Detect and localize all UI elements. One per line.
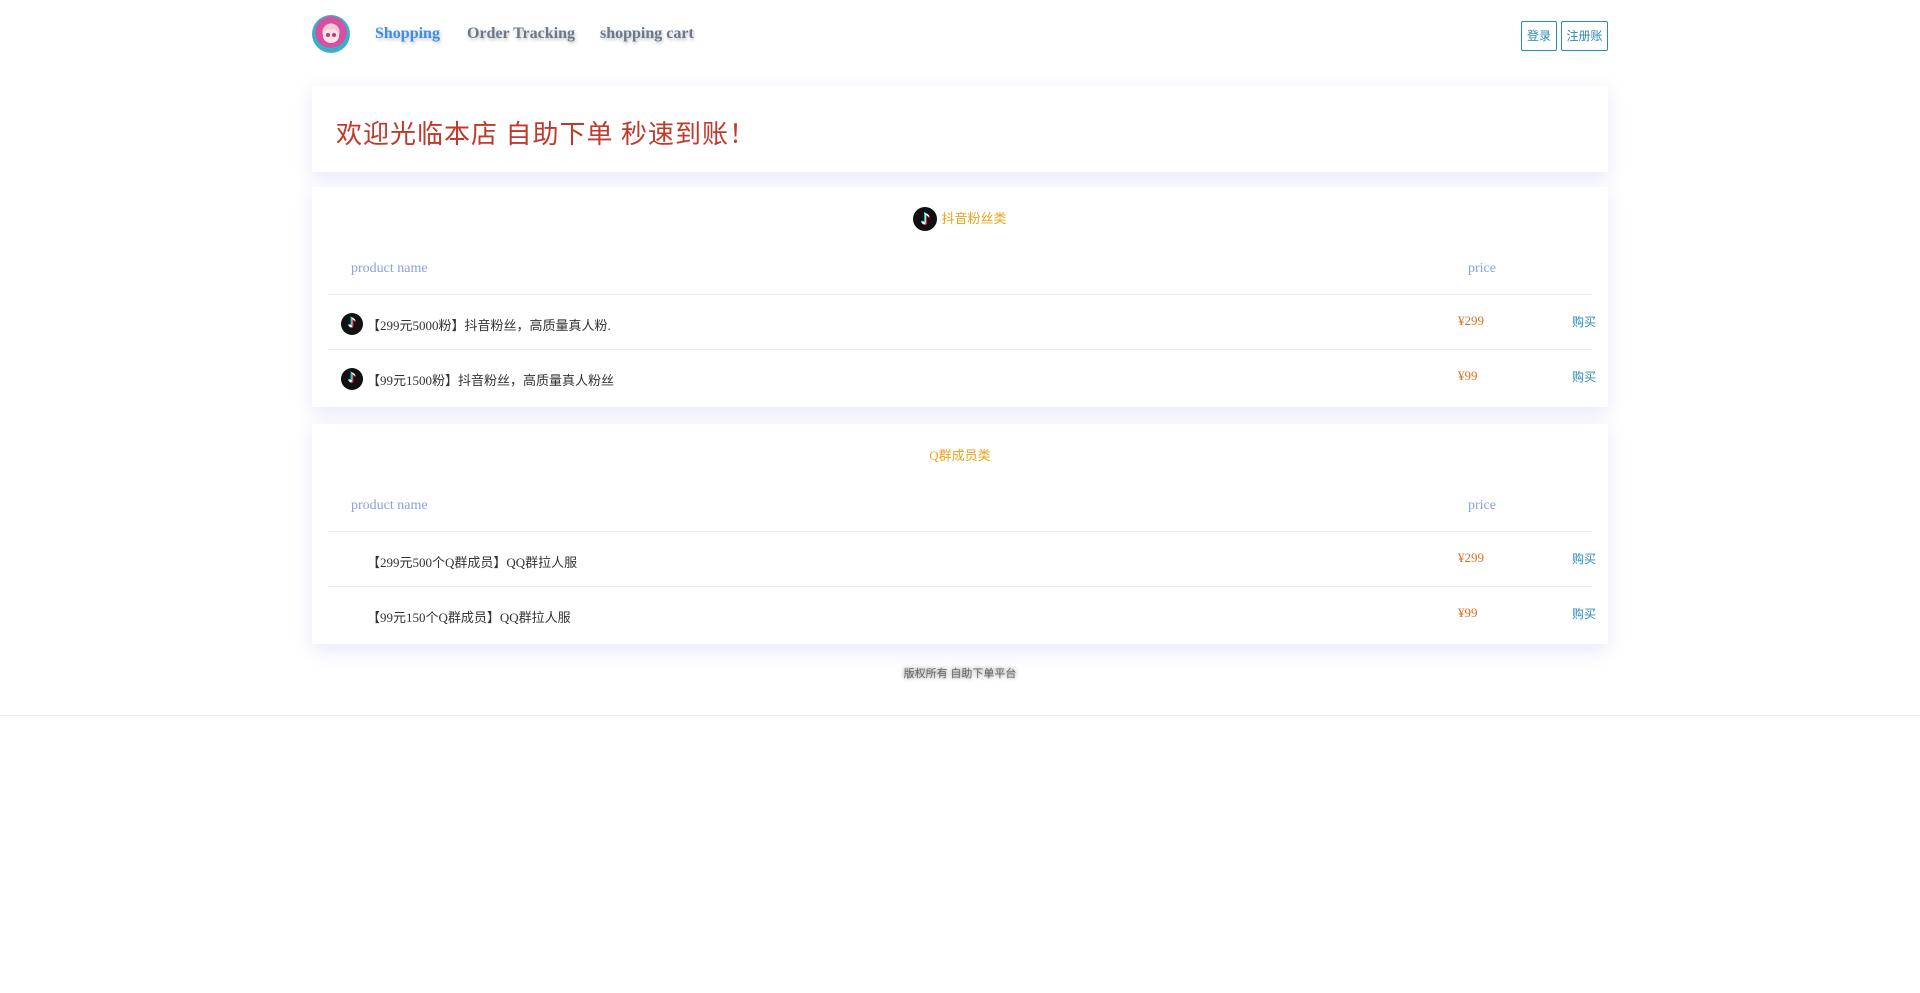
- product-price: ¥299: [1458, 313, 1484, 328]
- column-header-price: price: [1468, 261, 1496, 276]
- avatar-logo[interactable]: [312, 15, 350, 53]
- nav-shopping-cart[interactable]: shopping cart: [600, 24, 694, 44]
- product-name[interactable]: 【299元500个Q群成员】QQ群拉人服: [367, 552, 577, 571]
- product-name[interactable]: 【99元150个Q群成员】QQ群拉人服: [367, 607, 571, 626]
- tiktok-icon: [341, 368, 363, 390]
- register-button[interactable]: 注册账: [1561, 21, 1608, 51]
- product-name[interactable]: 【299元5000粉】抖音粉丝，高质量真人粉.: [367, 315, 611, 334]
- column-header-product-name: product name: [351, 261, 428, 276]
- nav-order-tracking[interactable]: Order Tracking: [467, 24, 575, 44]
- logo-eye-left: [326, 33, 330, 37]
- login-button[interactable]: 登录: [1521, 21, 1557, 51]
- tiktok-icon: [341, 313, 363, 335]
- product-price: ¥99: [1458, 368, 1478, 383]
- product-section-douyin: 抖音粉丝类 product name price 【299元5000粉】抖音粉丝…: [312, 187, 1608, 407]
- notice-text: 欢迎光临本店 自助下单 秒速到账！: [336, 120, 757, 149]
- buy-button[interactable]: 购买: [1572, 368, 1596, 385]
- product-price: ¥99: [1458, 605, 1478, 620]
- table-row[interactable]: 【299元5000粉】抖音粉丝，高质量真人粉. ¥299 购买: [328, 294, 1596, 349]
- footer-divider: [0, 715, 1920, 716]
- section-title-text: 抖音粉丝类: [941, 211, 1007, 227]
- table-row[interactable]: 【99元1500粉】抖音粉丝，高质量真人粉丝 ¥99 购买: [328, 349, 1596, 404]
- table-row[interactable]: 【299元500个Q群成员】QQ群拉人服 ¥299 购买: [328, 531, 1596, 586]
- product-price: ¥299: [1458, 550, 1484, 565]
- nav-shopping[interactable]: Shopping: [375, 24, 440, 44]
- tiktok-icon: [913, 207, 938, 232]
- product-name[interactable]: 【99元1500粉】抖音粉丝，高质量真人粉丝: [367, 370, 614, 389]
- top-navigation-bar: Shopping Order Tracking shopping cart 登录…: [0, 0, 1920, 70]
- column-header-price: price: [1468, 498, 1496, 513]
- footer-text: 版权所有 自助下单平台: [903, 668, 1017, 680]
- section-title: Q群成员类: [312, 442, 1608, 469]
- notice-card: 欢迎光临本店 自助下单 秒速到账！: [312, 86, 1608, 172]
- buy-button[interactable]: 购买: [1572, 605, 1596, 622]
- column-header-product-name: product name: [351, 498, 428, 513]
- section-title-text: Q群成员类: [929, 448, 991, 464]
- logo-eye-right: [332, 33, 336, 37]
- table-row[interactable]: 【99元150个Q群成员】QQ群拉人服 ¥99 购买: [328, 586, 1596, 641]
- buy-button[interactable]: 购买: [1572, 550, 1596, 567]
- product-section-qq-group: Q群成员类 product name price 【299元500个Q群成员】Q…: [312, 424, 1608, 644]
- section-title: 抖音粉丝类: [312, 205, 1608, 232]
- footer: 版权所有 自助下单平台: [0, 664, 1920, 682]
- buy-button[interactable]: 购买: [1572, 313, 1596, 330]
